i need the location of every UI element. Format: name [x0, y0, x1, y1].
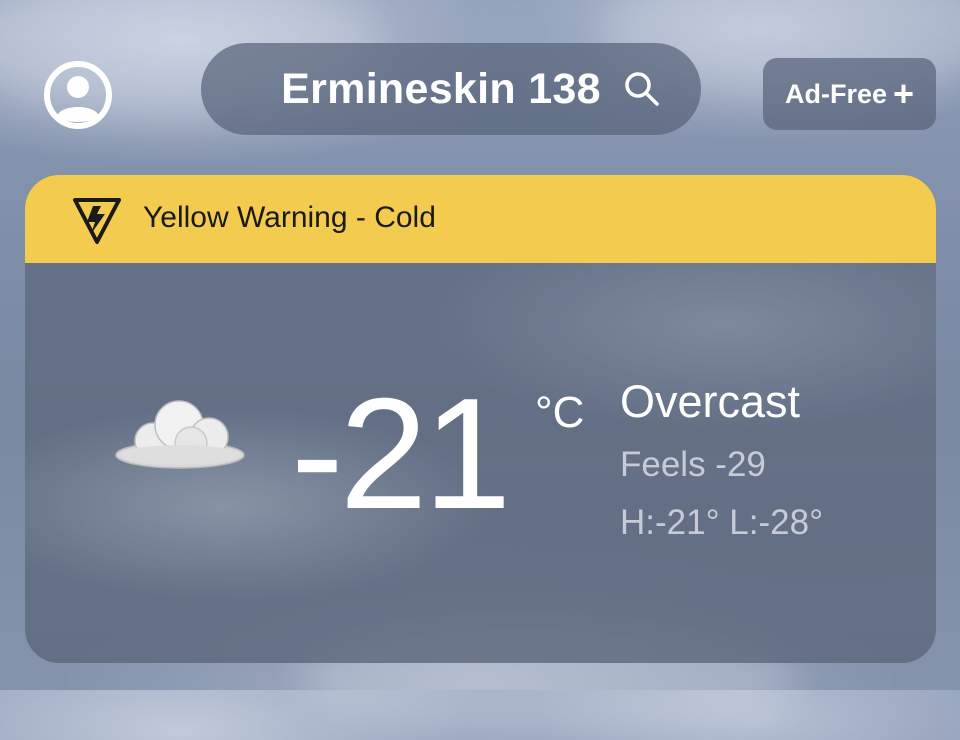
warning-bolt-icon: [73, 198, 121, 244]
high-low-text: H:-21° L:-28°: [620, 503, 824, 542]
feels-like-text: Feels -29: [620, 445, 766, 484]
condition-text: Overcast: [620, 376, 801, 427]
alert-text: Yellow Warning - Cold: [143, 201, 436, 234]
current-weather-card[interactable]: Yellow Warning - Cold -21 °C Overcast Fe…: [25, 175, 936, 663]
ad-free-label: Ad-Free: [784, 78, 887, 109]
user-circle-icon: [44, 61, 112, 129]
ad-free-button[interactable]: Ad-Free +: [763, 58, 936, 130]
temperature-unit: °C: [535, 388, 585, 437]
location-name: Ermineskin 138: [281, 64, 601, 113]
search-icon[interactable]: [623, 70, 661, 108]
plus-icon: +: [892, 73, 915, 114]
temperature-value: -21: [291, 366, 511, 542]
profile-button[interactable]: [43, 60, 113, 130]
cloud-icon: [115, 400, 245, 469]
weather-alert-banner[interactable]: Yellow Warning - Cold: [25, 175, 936, 263]
location-search-bar[interactable]: Ermineskin 138: [201, 43, 701, 135]
